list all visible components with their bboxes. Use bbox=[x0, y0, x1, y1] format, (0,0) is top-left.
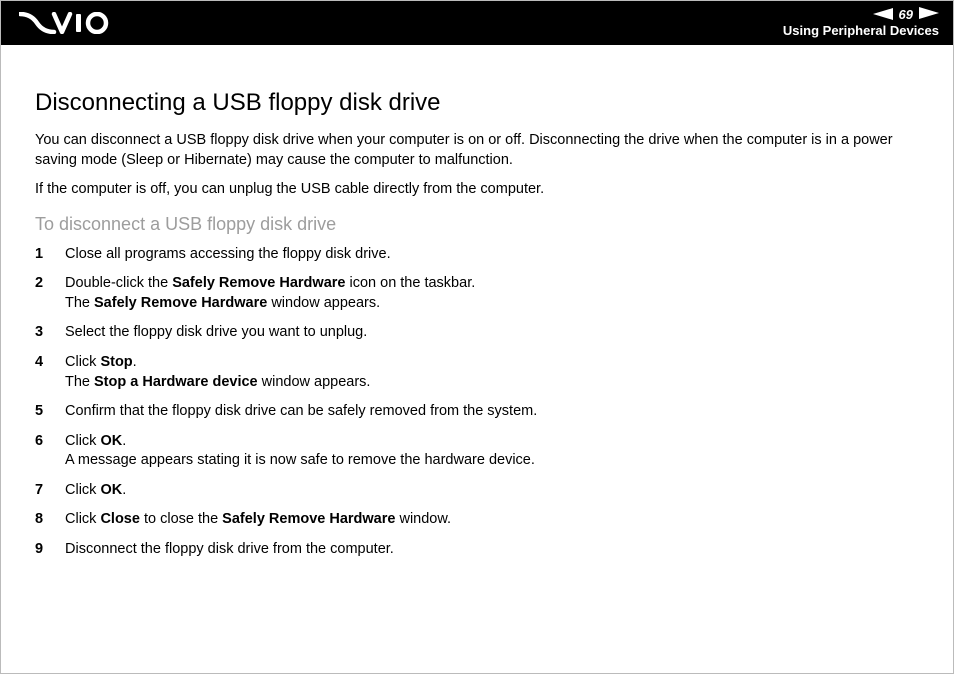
step-text: Select the floppy disk drive you want to… bbox=[65, 324, 367, 340]
step-2: Double-click the Safely Remove Hardware … bbox=[35, 274, 919, 313]
step-text: . bbox=[133, 354, 137, 370]
step-text: Click bbox=[65, 433, 100, 449]
step-text: icon on the taskbar. bbox=[345, 275, 475, 291]
step-text: The bbox=[65, 374, 94, 390]
step-text: . bbox=[122, 482, 126, 498]
next-page-arrow-icon[interactable] bbox=[919, 7, 939, 19]
step-text: to close the bbox=[140, 511, 222, 527]
vaio-logo-svg bbox=[19, 12, 111, 34]
step-text: Double-click the bbox=[65, 275, 172, 291]
step-5: Confirm that the floppy disk drive can b… bbox=[35, 402, 919, 422]
step-text-bold: Stop a Hardware device bbox=[94, 374, 258, 390]
step-text-bold: OK bbox=[100, 482, 122, 498]
step-3: Select the floppy disk drive you want to… bbox=[35, 323, 919, 343]
step-text: Click bbox=[65, 354, 100, 370]
procedure-subtitle: To disconnect a USB floppy disk drive bbox=[35, 214, 919, 235]
page-number: 69 bbox=[899, 7, 913, 22]
step-text: window appears. bbox=[258, 374, 371, 390]
step-text: . bbox=[122, 433, 126, 449]
step-4: Click Stop. The Stop a Hardware device wi… bbox=[35, 353, 919, 392]
step-text: The bbox=[65, 295, 94, 311]
step-text: window appears. bbox=[267, 295, 380, 311]
prev-page-arrow-icon[interactable] bbox=[873, 8, 893, 20]
step-text-bold: Safely Remove Hardware bbox=[172, 275, 345, 291]
step-text: Confirm that the floppy disk drive can b… bbox=[65, 403, 537, 419]
intro-paragraph-2: If the computer is off, you can unplug t… bbox=[35, 180, 919, 200]
step-text-bold: Close bbox=[100, 511, 140, 527]
procedure-steps: Close all programs accessing the floppy … bbox=[35, 245, 919, 560]
page-header: 69 Using Peripheral Devices bbox=[1, 1, 953, 45]
step-text: Click bbox=[65, 482, 100, 498]
step-1: Close all programs accessing the floppy … bbox=[35, 245, 919, 265]
step-text-bold: Stop bbox=[100, 354, 132, 370]
step-text: Click bbox=[65, 511, 100, 527]
page-title: Disconnecting a USB floppy disk drive bbox=[35, 89, 919, 117]
step-6: Click OK. A message appears stating it is… bbox=[35, 432, 919, 471]
manual-page: 69 Using Peripheral Devices Disconnectin… bbox=[0, 0, 954, 674]
section-title: Using Peripheral Devices bbox=[783, 23, 939, 38]
step-8: Click Close to close the Safely Remove H… bbox=[35, 510, 919, 530]
step-9: Disconnect the floppy disk drive from th… bbox=[35, 540, 919, 560]
step-text-bold: OK bbox=[100, 433, 122, 449]
step-text: window. bbox=[395, 511, 451, 527]
page-content: Disconnecting a USB floppy disk drive Yo… bbox=[1, 45, 953, 589]
step-text-bold: Safely Remove Hardware bbox=[94, 295, 267, 311]
step-7: Click OK. bbox=[35, 481, 919, 501]
header-right: 69 Using Peripheral Devices bbox=[783, 7, 939, 38]
step-text: Close all programs accessing the floppy … bbox=[65, 246, 391, 262]
step-text-bold: Safely Remove Hardware bbox=[222, 511, 395, 527]
intro-paragraph-1: You can disconnect a USB floppy disk dri… bbox=[35, 131, 919, 170]
step-text: A message appears stating it is now safe… bbox=[65, 452, 535, 468]
page-nav: 69 bbox=[873, 7, 939, 22]
vaio-logo bbox=[19, 12, 111, 34]
step-text: Disconnect the floppy disk drive from th… bbox=[65, 541, 394, 557]
